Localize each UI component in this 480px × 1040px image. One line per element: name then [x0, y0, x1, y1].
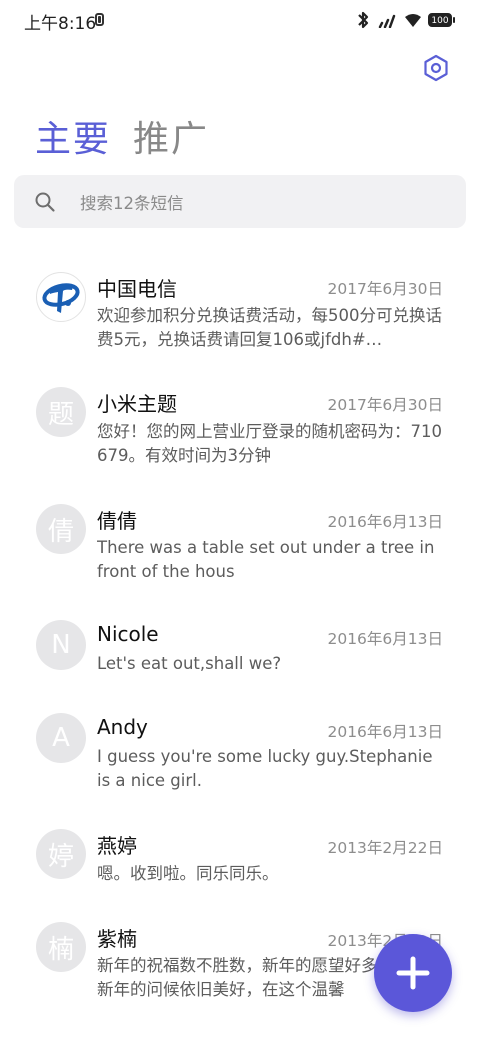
message-preview: 欢迎参加积分兑换话费活动，每500分可兑换话费5元，兑换话费请回复106或jfd…	[97, 306, 442, 349]
sim-card-icon	[95, 13, 104, 26]
battery-icon: 100	[428, 13, 455, 27]
conversation-item[interactable]: A Andy 2016年6月13日 I guess you're some lu…	[0, 693, 480, 809]
message-preview: There was a table set out under a tree i…	[97, 538, 435, 581]
search-placeholder: 搜索12条短信	[80, 194, 184, 213]
status-icons: 100	[356, 10, 455, 30]
contact-avatar: 楠	[36, 922, 86, 972]
tab-primary[interactable]: 主要	[35, 110, 111, 162]
conversation-item[interactable]: 题 小米主题 2017年6月30日 您好！您的网上营业厅登录的随机密码为：710…	[0, 366, 480, 483]
sender-name: Nicole	[97, 622, 159, 646]
search-icon	[35, 192, 55, 212]
china-telecom-logo-avatar	[36, 272, 86, 322]
sender-name: 紫楠	[97, 927, 137, 951]
message-date: 2013年2月22日	[327, 839, 443, 857]
contact-avatar: A	[36, 713, 86, 763]
status-bar: 上午8:16 100	[0, 0, 480, 40]
contact-avatar: 题	[36, 387, 86, 437]
message-preview: Let's eat out,shall we?	[97, 654, 282, 673]
bluetooth-icon	[358, 11, 369, 29]
messages-screen: 上午8:16 100 主要 推广 搜索12条短信 中国电信 2017年6月30日…	[0, 0, 480, 1040]
contact-avatar: 倩	[36, 504, 86, 554]
message-date: 2016年6月13日	[327, 723, 443, 741]
search-input[interactable]: 搜索12条短信	[14, 175, 466, 228]
conversation-list: 中国电信 2017年6月30日 欢迎参加积分兑换话费活动，每500分可兑换话费5…	[0, 250, 480, 1002]
conversation-item[interactable]: 中国电信 2017年6月30日 欢迎参加积分兑换话费活动，每500分可兑换话费5…	[0, 250, 480, 366]
message-tabs: 主要 推广	[35, 110, 209, 162]
message-preview: I guess you're some lucky guy.Stephanie …	[97, 747, 433, 790]
sender-name: 中国电信	[97, 277, 177, 301]
settings-hexagon-icon	[424, 54, 448, 82]
conversation-item[interactable]: N Nicole 2016年6月13日 Let's eat out,shall …	[0, 600, 480, 693]
message-preview: 您好！您的网上营业厅登录的随机密码为：710679。有效时间为3分钟	[97, 422, 442, 465]
new-message-button[interactable]	[374, 934, 452, 1012]
message-date: 2016年6月13日	[327, 513, 443, 531]
signal-icon	[378, 14, 396, 28]
tab-promotions[interactable]: 推广	[133, 110, 209, 162]
sender-name: 燕婷	[97, 834, 137, 858]
china-telecom-logo-icon	[42, 283, 80, 313]
contact-avatar: N	[36, 620, 86, 670]
wifi-icon	[405, 14, 421, 27]
message-date: 2016年6月13日	[327, 630, 443, 648]
conversation-item[interactable]: 婷 燕婷 2013年2月22日 嗯。收到啦。同乐同乐。	[0, 809, 480, 902]
sender-name: 小米主题	[97, 392, 177, 416]
message-preview: 嗯。收到啦。同乐同乐。	[97, 864, 279, 883]
conversation-item[interactable]: 倩 倩倩 2016年6月13日 There was a table set ou…	[0, 483, 480, 600]
message-date: 2017年6月30日	[327, 280, 443, 298]
settings-button[interactable]	[420, 52, 452, 84]
sender-name: Andy	[97, 715, 148, 739]
plus-icon	[396, 956, 430, 990]
sender-name: 倩倩	[97, 509, 137, 533]
status-time: 上午8:16	[24, 14, 97, 34]
message-date: 2017年6月30日	[327, 396, 443, 414]
contact-avatar: 婷	[36, 829, 86, 879]
